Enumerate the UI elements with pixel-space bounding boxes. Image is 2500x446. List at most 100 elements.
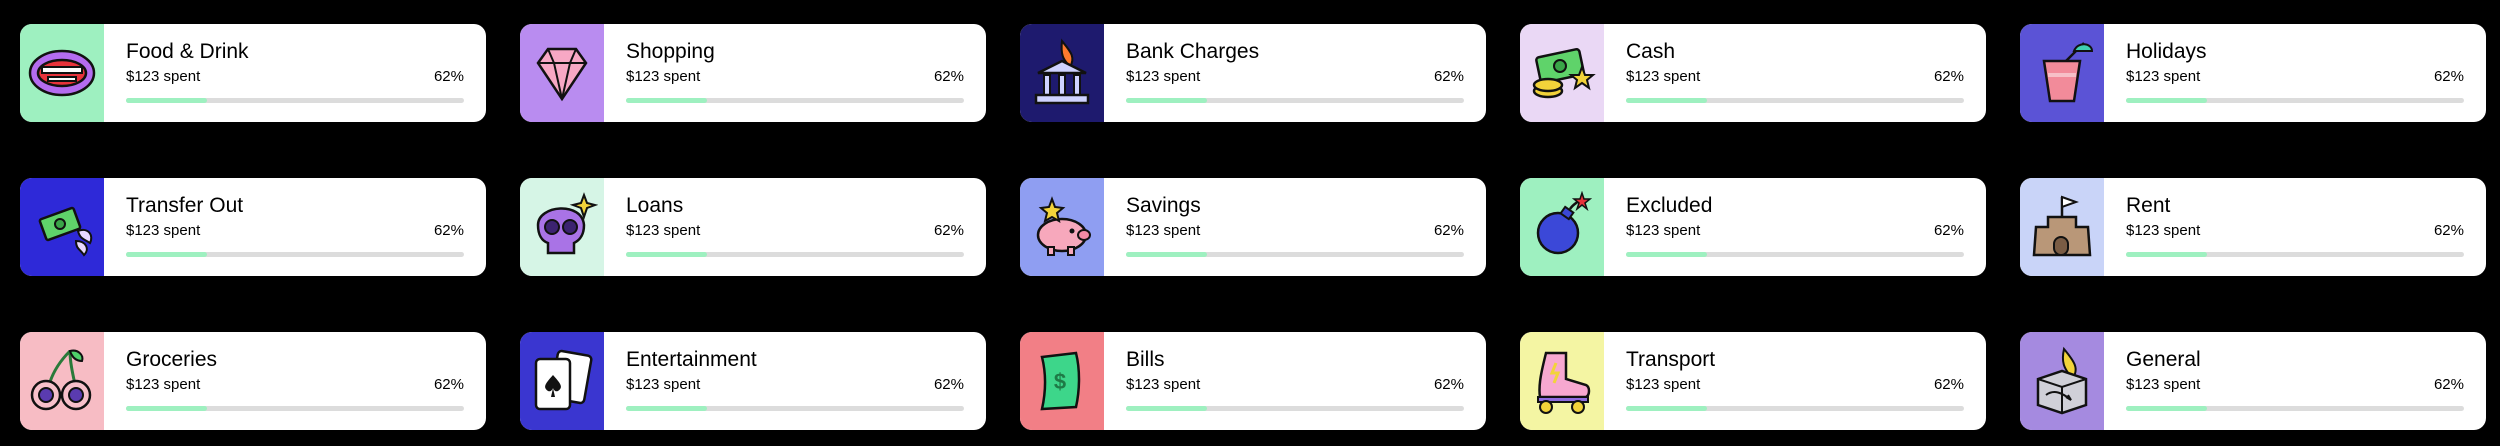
category-spent: $123 spent <box>2126 68 2201 85</box>
category-grid: Food & Drink $123 spent 62% Shopping $123 sp… <box>0 0 2500 446</box>
svg-text:$: $ <box>1054 369 1066 394</box>
category-body: Transport $123 spent 62% <box>1604 332 1986 430</box>
category-body: Bills $123 spent 62% <box>1104 332 1486 430</box>
category-tile <box>2020 24 2104 122</box>
category-spent: $123 spent <box>2126 222 2201 239</box>
category-card[interactable]: Groceries $123 spent 62% <box>20 332 486 430</box>
category-name: Bills <box>1126 348 1165 371</box>
progress-track <box>1126 252 1464 257</box>
category-tile <box>2020 178 2104 276</box>
category-percent: 62% <box>1433 376 1464 393</box>
box-fire-icon <box>2036 346 2088 415</box>
category-percent: 62% <box>2433 68 2464 85</box>
category-percent: 62% <box>1933 68 1964 85</box>
category-card[interactable]: Savings $123 spent 62% <box>1020 178 1486 276</box>
category-body: General $123 spent 62% <box>2104 332 2486 430</box>
category-tile: $ <box>1020 332 1104 430</box>
skull-icon <box>536 192 598 255</box>
category-card[interactable]: Rent $123 spent 62% <box>2020 178 2486 276</box>
category-tile <box>20 24 104 122</box>
category-name: Food & Drink <box>126 40 249 63</box>
category-name: Groceries <box>126 348 218 371</box>
progress-track <box>1626 98 1964 103</box>
category-tile <box>20 178 104 276</box>
category-spent: $123 spent <box>126 68 201 85</box>
bomb-icon <box>1536 191 1593 255</box>
category-body: Transfer Out $123 spent 62% <box>104 178 486 276</box>
category-percent: 62% <box>933 68 964 85</box>
category-name: Savings <box>1126 194 1201 217</box>
category-spent: $123 spent <box>1626 68 1701 85</box>
category-percent: 62% <box>1433 222 1464 239</box>
category-body: Holidays $123 spent 62% <box>2104 24 2486 122</box>
progress-fill <box>2126 406 2208 411</box>
category-tile <box>1020 24 1104 122</box>
category-tile <box>1520 178 1604 276</box>
category-card[interactable]: $ Bills $123 spent 62% <box>1020 332 1486 430</box>
sandcastle-icon <box>2032 195 2092 257</box>
category-card[interactable]: Transfer Out $123 spent 62% <box>20 178 486 276</box>
category-spent: $123 spent <box>126 376 201 393</box>
category-name: Holidays <box>2126 40 2207 63</box>
category-card[interactable]: Shopping $123 spent 62% <box>520 24 986 122</box>
category-percent: 62% <box>933 222 964 239</box>
progress-track <box>1126 406 1464 411</box>
progress-fill <box>626 406 708 411</box>
category-spent: $123 spent <box>1626 376 1701 393</box>
cash-icon <box>1532 48 1596 99</box>
progress-track <box>126 98 464 103</box>
category-card[interactable]: General $123 spent 62% <box>2020 332 2486 430</box>
category-card[interactable]: Holidays $123 spent 62% <box>2020 24 2486 122</box>
cherries-icon <box>30 349 92 411</box>
category-name: General <box>2126 348 2201 371</box>
progress-track <box>626 98 964 103</box>
progress-track <box>126 252 464 257</box>
bank-fire-icon <box>1034 38 1090 105</box>
cocktail-icon <box>2042 42 2094 103</box>
category-card[interactable]: Entertainment $123 spent 62% <box>520 332 986 430</box>
progress-track <box>626 252 964 257</box>
category-percent: 62% <box>1433 68 1464 85</box>
playing-cards-icon <box>534 349 593 411</box>
category-card[interactable]: Excluded $123 spent 62% <box>1520 178 1986 276</box>
category-card[interactable]: Transport $123 spent 62% <box>1520 332 1986 430</box>
category-card[interactable]: Food & Drink $123 spent 62% <box>20 24 486 122</box>
category-spent: $123 spent <box>1126 68 1201 85</box>
progress-fill <box>1126 98 1208 103</box>
category-body: Bank Charges $123 spent 62% <box>1104 24 1486 122</box>
category-spent: $123 spent <box>1126 222 1201 239</box>
category-card[interactable]: Loans $123 spent 62% <box>520 178 986 276</box>
category-body: Rent $123 spent 62% <box>2104 178 2486 276</box>
progress-fill <box>1626 252 1708 257</box>
category-percent: 62% <box>1933 222 1964 239</box>
category-percent: 62% <box>2433 376 2464 393</box>
category-body: Entertainment $123 spent 62% <box>604 332 986 430</box>
category-body: Excluded $123 spent 62% <box>1604 178 1986 276</box>
category-spent: $123 spent <box>1626 222 1701 239</box>
category-card[interactable]: Bank Charges $123 spent 62% <box>1020 24 1486 122</box>
category-tile <box>520 332 604 430</box>
progress-track <box>1126 98 1464 103</box>
flying-money-icon <box>38 206 93 257</box>
category-tile <box>520 178 604 276</box>
category-tile <box>20 332 104 430</box>
progress-fill <box>126 252 208 257</box>
category-name: Shopping <box>626 40 715 63</box>
roller-skate-icon <box>1537 351 1591 414</box>
category-percent: 62% <box>433 376 464 393</box>
progress-fill <box>2126 252 2208 257</box>
category-spent: $123 spent <box>626 376 701 393</box>
category-body: Loans $123 spent 62% <box>604 178 986 276</box>
progress-track <box>626 406 964 411</box>
category-body: Groceries $123 spent 62% <box>104 332 486 430</box>
category-tile <box>1520 24 1604 122</box>
progress-track <box>2126 252 2464 257</box>
category-body: Cash $123 spent 62% <box>1604 24 1986 122</box>
category-card[interactable]: Cash $123 spent 62% <box>1520 24 1986 122</box>
progress-fill <box>126 98 208 103</box>
piggy-bank-icon <box>1036 196 1091 256</box>
gem-icon <box>536 47 588 102</box>
progress-track <box>2126 98 2464 103</box>
progress-track <box>2126 406 2464 411</box>
category-spent: $123 spent <box>1126 376 1201 393</box>
